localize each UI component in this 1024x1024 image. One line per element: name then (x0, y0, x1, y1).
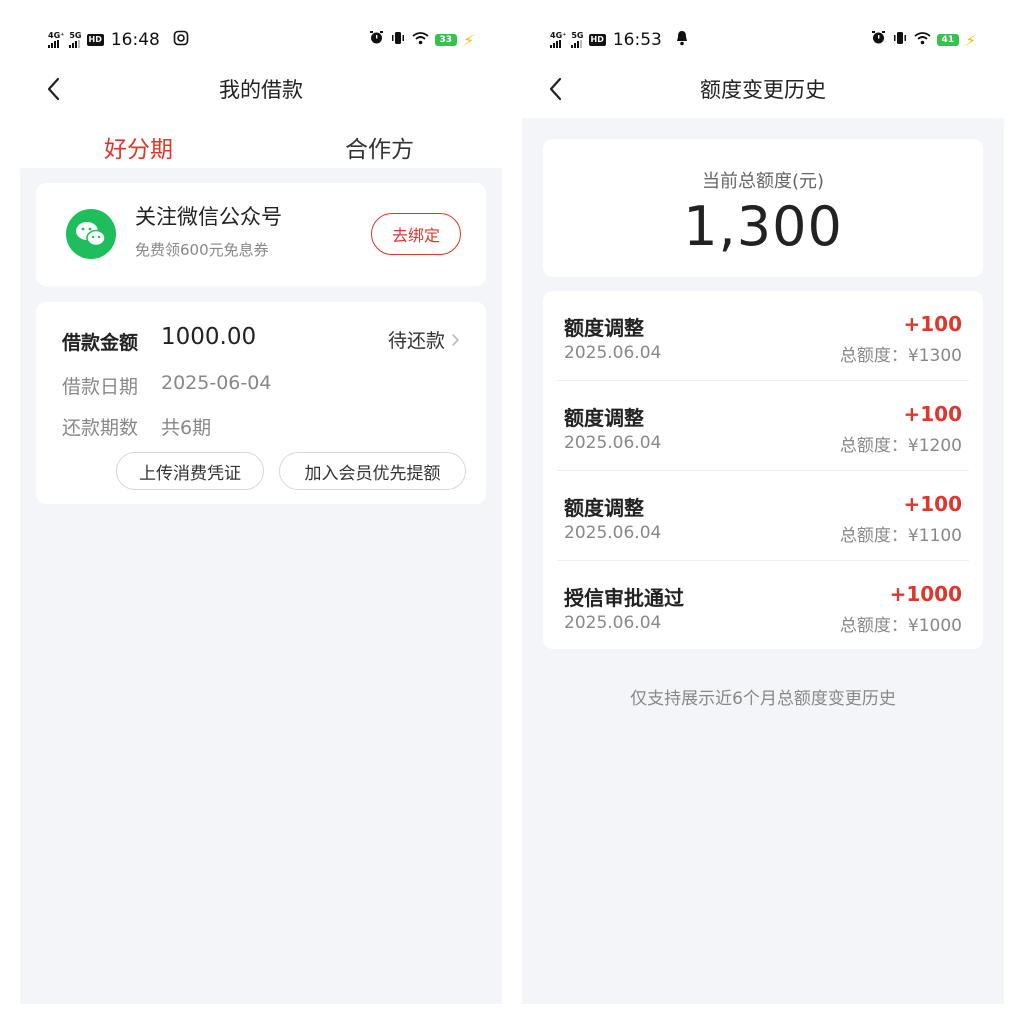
page-title: 额度变更历史 (700, 78, 826, 102)
loan-amount-value: 1000.00 (161, 324, 257, 350)
tab-haofenqi[interactable]: 好分期 (104, 130, 173, 164)
history-item-date: 2025.06.04 (564, 613, 662, 633)
wifi-icon (412, 30, 429, 50)
history-item-total: 总额度：¥1300 (839, 346, 962, 366)
tab-partners[interactable]: 合作方 (345, 130, 414, 164)
loan-screen: 4G⁺ 5G HD 16:48 33 ⚡ 我的借款 好分期 合作方 关注微信公众… (20, 20, 502, 1004)
screen-record-icon (173, 30, 189, 51)
hd-voice-icon: HD (86, 34, 104, 46)
status-time: 16:53 (612, 30, 662, 50)
page-title: 我的借款 (219, 78, 303, 102)
back-button[interactable] (38, 74, 68, 104)
loan-periods-value: 共6期 (161, 417, 212, 439)
wifi-icon (914, 30, 931, 50)
alarm-icon (369, 30, 384, 50)
signal-4g-icon: 4G⁺ (550, 32, 566, 48)
loan-date-label: 借款日期 (62, 376, 139, 398)
history-item-date: 2025.06.04 (564, 433, 662, 453)
chevron-left-icon (47, 77, 60, 101)
list-item: 额度调整 2025.06.04 +100 总额度：¥1200 (543, 381, 983, 471)
loan-card[interactable]: 借款金额 1000.00 待还款 借款日期 2025-06-04 还款期数 共6… (36, 302, 486, 504)
signal-5g-icon: 5G (571, 32, 584, 48)
charging-icon: ⚡ (962, 30, 979, 50)
history-item-date: 2025.06.04 (564, 523, 662, 543)
history-item-delta: +100 (903, 312, 962, 336)
wechat-icon (66, 209, 116, 259)
signal-4g-icon: 4G⁺ (48, 32, 64, 48)
alarm-icon (871, 30, 886, 50)
tab-bar: 好分期 合作方 (20, 130, 502, 174)
wechat-card-subtitle: 免费领600元免息券 (135, 241, 269, 259)
loan-periods-label: 还款期数 (62, 417, 139, 439)
list-item: 授信审批通过 2025.06.04 +1000 总额度：¥1000 (543, 561, 983, 651)
history-item-total: 总额度：¥1000 (839, 616, 962, 636)
loan-amount-label: 借款金额 (62, 332, 139, 354)
history-item-total: 总额度：¥1200 (839, 436, 962, 456)
total-credit-card: 当前总额度(元) 1,300 (543, 139, 983, 277)
history-item-title: 额度调整 (564, 406, 644, 430)
upload-receipt-button[interactable]: 上传消费凭证 (116, 452, 264, 490)
list-item: 额度调整 2025.06.04 +100 总额度：¥1100 (543, 471, 983, 561)
history-item-delta: +1000 (889, 582, 962, 606)
signal-5g-icon: 5G (69, 32, 82, 48)
history-item-delta: +100 (903, 402, 962, 426)
chevron-right-icon (452, 333, 459, 346)
battery-icon: 41 (936, 34, 959, 46)
history-footer-note: 仅支持展示近6个月总额度变更历史 (630, 689, 896, 709)
charging-icon: ⚡ (460, 30, 477, 50)
loan-status-text: 待还款 (388, 330, 446, 352)
credit-history-screen: 4G⁺ 5G HD 16:53 41 ⚡ 额度变更历史 当前总额度(元) 1,3… (522, 20, 1004, 1004)
content-area: 当前总额度(元) 1,300 额度调整 2025.06.04 +100 总额度：… (522, 118, 1004, 1004)
status-bar: 4G⁺ 5G HD 16:53 41 ⚡ (522, 20, 1004, 60)
chevron-left-icon (549, 77, 562, 101)
history-item-date: 2025.06.04 (564, 343, 662, 363)
credit-history-list: 额度调整 2025.06.04 +100 总额度：¥1300 额度调整 2025… (543, 291, 983, 649)
status-time: 16:48 (110, 30, 160, 50)
list-item: 额度调整 2025.06.04 +100 总额度：¥1300 (543, 291, 983, 381)
notification-bell-icon (675, 30, 689, 51)
history-item-title: 授信审批通过 (564, 586, 684, 610)
content-area: 关注微信公众号 免费领600元免息券 去绑定 借款金额 1000.00 待还款 … (20, 168, 502, 1004)
status-bar: 4G⁺ 5G HD 16:48 33 ⚡ (20, 20, 502, 60)
vibrate-icon (892, 30, 908, 50)
back-button[interactable] (540, 74, 570, 104)
total-credit-value: 1,300 (683, 195, 843, 258)
history-item-delta: +100 (903, 492, 962, 516)
loan-status-link[interactable]: 待还款 (388, 326, 460, 353)
history-item-total: 总额度：¥1100 (839, 526, 962, 546)
wechat-follow-card[interactable]: 关注微信公众号 免费领600元免息券 去绑定 (36, 183, 486, 286)
vibrate-icon (390, 30, 406, 50)
hd-voice-icon: HD (588, 34, 606, 46)
bind-button[interactable]: 去绑定 (371, 213, 461, 255)
total-credit-label: 当前总额度(元) (701, 171, 825, 192)
history-item-title: 额度调整 (564, 316, 644, 340)
battery-icon: 33 (434, 34, 457, 46)
nav-bar: 我的借款 (20, 64, 502, 114)
history-item-title: 额度调整 (564, 496, 644, 520)
loan-date-value: 2025-06-04 (161, 372, 272, 394)
wechat-card-title: 关注微信公众号 (135, 205, 282, 229)
nav-bar: 额度变更历史 (522, 64, 1004, 114)
join-vip-button[interactable]: 加入会员优先提额 (279, 452, 466, 490)
